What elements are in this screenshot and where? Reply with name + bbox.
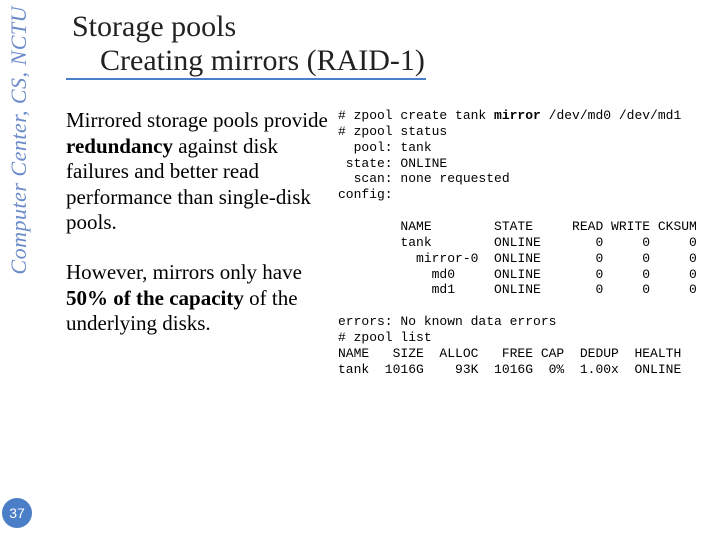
- page-number-badge: 37: [2, 498, 32, 528]
- body-row: Mirrored storage pools provide redundanc…: [66, 108, 710, 378]
- title-block: Storage pools Creating mirrors (RAID-1): [66, 10, 710, 80]
- p1-text-a: Mirrored storage pools provide: [66, 108, 328, 132]
- term-l3: pool: tank: [338, 140, 432, 155]
- term-l17: tank 1016G 93K 1016G 0% 1.00x ONLINE: [338, 362, 681, 377]
- p1-bold: redundancy: [66, 134, 173, 158]
- term-l5: scan: none requested: [338, 171, 510, 186]
- term-l16: NAME SIZE ALLOC FREE CAP DEDUP HEALTH: [338, 346, 681, 361]
- term-l11: md0 ONLINE 0 0 0: [338, 267, 697, 282]
- term-l12: md1 ONLINE 0 0 0: [338, 282, 697, 297]
- term-l1a: # zpool create tank: [338, 108, 494, 123]
- term-l6: config:: [338, 187, 393, 202]
- title-line-1: Storage pools: [66, 10, 710, 44]
- term-l15: # zpool list: [338, 330, 432, 345]
- term-l10: mirror-0 ONLINE 0 0 0: [338, 251, 697, 266]
- title-line-2: Creating mirrors (RAID-1): [66, 44, 426, 80]
- sidebar-institution-label: Computer Center, CS, NCTU: [6, 6, 32, 275]
- paragraph-1: Mirrored storage pools provide redundanc…: [66, 108, 334, 236]
- term-l4: state: ONLINE: [338, 156, 447, 171]
- p2-text-a: However, mirrors only have: [66, 260, 302, 284]
- p2-bold: 50% of the capacity: [66, 286, 244, 310]
- term-l9: tank ONLINE 0 0 0: [338, 235, 697, 250]
- body-text: Mirrored storage pools provide redundanc…: [66, 108, 334, 361]
- term-l1b: mirror: [494, 108, 541, 123]
- terminal-output: # zpool create tank mirror /dev/md0 /dev…: [338, 108, 710, 378]
- slide: Computer Center, CS, NCTU 37 Storage poo…: [0, 0, 720, 540]
- slide-content: Storage pools Creating mirrors (RAID-1) …: [66, 10, 710, 530]
- term-l8: NAME STATE READ WRITE CKSUM: [338, 219, 697, 234]
- term-l14: errors: No known data errors: [338, 314, 556, 329]
- term-l1c: /dev/md0 /dev/md1: [541, 108, 681, 123]
- paragraph-2: However, mirrors only have 50% of the ca…: [66, 260, 334, 337]
- term-l2: # zpool status: [338, 124, 447, 139]
